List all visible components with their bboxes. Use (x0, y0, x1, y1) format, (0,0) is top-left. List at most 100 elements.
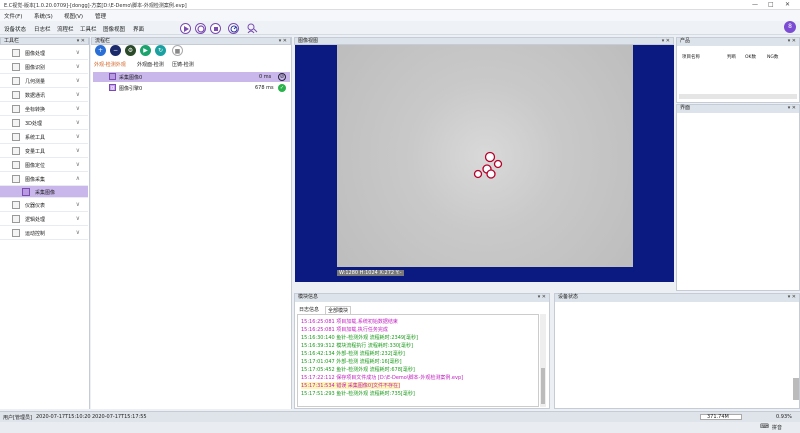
toolbox-item[interactable]: 仪器仪表 ∨ (0, 198, 88, 212)
col-ok: OK数 (745, 55, 756, 60)
toolbar-image-view[interactable]: 图像视图 (103, 25, 125, 33)
chevron-down-icon: ∨ (75, 105, 80, 112)
user-search-icon[interactable] (246, 23, 258, 34)
chevron-down-icon: ∨ (75, 91, 80, 98)
close-icon[interactable]: ✕ (785, 1, 790, 8)
pin-icon[interactable]: ▾ ✕ (788, 105, 796, 112)
toolbox-item[interactable]: 运动控制 ∨ (0, 226, 88, 240)
pin-icon[interactable]: ▾ ✕ (279, 38, 287, 45)
chevron-down-icon: ∨ (75, 201, 80, 208)
flow-tab-1[interactable]: 外观-检测外观 (94, 61, 126, 68)
title-bar: E.C视觉-版本[1.0.20.0709]-[dongg]-方案[D:\E-De… (0, 0, 800, 10)
menu-view[interactable]: 视图(V) (64, 12, 83, 20)
minimize-icon[interactable]: — (752, 1, 758, 8)
chevron-down-icon: ∨ (75, 49, 80, 56)
device-title: 设备状态 (558, 294, 579, 300)
pin-icon[interactable]: ▾ ✕ (788, 38, 796, 45)
flow-title: 流程栏 (95, 38, 111, 44)
main-toolbar: 设备状态 日志栏 流程栏 工具栏 图像视图 界面 (0, 21, 800, 35)
interface-panel: 界面 ▾ ✕ (676, 104, 800, 291)
toolbox-item[interactable]: 图像定位 ∨ (0, 158, 88, 172)
scrollbar[interactable] (679, 94, 797, 99)
pin-icon[interactable]: ▾ ✕ (77, 38, 85, 45)
log-line: 15:17:01:047 外部-检测 流程耗时:16[毫秒] (301, 359, 402, 365)
tool-icon (12, 91, 20, 99)
toolbar-interface[interactable]: 界面 (133, 25, 144, 33)
toolbox-subitem[interactable]: 采集图像 (0, 186, 88, 198)
log-tab-info[interactable]: 日志信息 (299, 306, 319, 313)
avatar[interactable]: 8 (784, 21, 796, 33)
keyboard-icon[interactable]: ⌨ (760, 423, 769, 430)
image-canvas[interactable]: W:1280 H:1024 X:272 Y:- (295, 45, 674, 282)
menu-file[interactable]: 文件(F) (4, 12, 22, 20)
window-title: E.C视觉-版本[1.0.20.0709]-[dongg]-方案[D:\E-De… (4, 3, 187, 9)
maximize-icon[interactable]: □ (768, 1, 774, 8)
toolbar-log[interactable]: 日志栏 (34, 25, 51, 33)
toolbox-item[interactable]: 图像识别 ∨ (0, 60, 88, 74)
toolbox-item[interactable]: 图像采集 ∧ (0, 172, 88, 186)
pin-icon[interactable]: ▾ ✕ (662, 38, 670, 45)
flow-tab-2[interactable]: 外观面-检测 (137, 61, 164, 68)
toolbar-tools[interactable]: 工具栏 (80, 25, 97, 33)
flow-row[interactable]: g 图像引擎0 678 ms ✓ (93, 83, 290, 93)
run-flow-button[interactable]: ▶ (140, 45, 151, 56)
ime-label[interactable]: 拼音 (772, 424, 782, 431)
settings-gear-icon[interactable]: ⚙ (125, 45, 136, 56)
run-once-button[interactable] (180, 23, 191, 34)
flow-row[interactable]: 采集图像0 0 ms ⊘ (93, 72, 290, 82)
chevron-down-icon: ∨ (75, 77, 80, 84)
menu-manage[interactable]: 管理 (95, 12, 106, 20)
chevron-down-icon: ∨ (75, 133, 80, 140)
flow-tab-3[interactable]: 压铸-检测 (172, 61, 194, 68)
log-panel: 模块信息 ▾ ✕ 日志信息 全部模块 15:16:25:081 项目加载,系统初… (294, 293, 550, 409)
toolbox-title: 工具栏 (4, 38, 20, 44)
product-panel: 产品 ▾ ✕ 项目名称 判断 OK数 NG数 (676, 37, 800, 103)
log-line: 15:16:30:140 鱼针-检测外观 流程耗时:2349[毫秒] (301, 335, 418, 341)
tool-icon (12, 63, 20, 71)
chevron-down-icon: ∨ (75, 63, 80, 70)
add-flow-button[interactable]: + (95, 45, 106, 56)
remove-flow-button[interactable]: − (110, 45, 121, 56)
toolbox-item[interactable]: 逻辑处理 ∨ (0, 212, 88, 226)
stop-button[interactable] (210, 23, 221, 34)
stop-flow-button[interactable]: ■ (172, 45, 183, 56)
log-line: 15:16:42:134 外部-检测 流程耗时:232[毫秒] (301, 351, 405, 357)
toolbox-item[interactable]: 数据通讯 ∨ (0, 88, 88, 102)
log-line: 15:17:22:112 保存项目文件成功 [D:\E-Demo\脚本-外观检测… (301, 375, 464, 381)
chevron-down-icon: ∨ (75, 215, 80, 222)
status-user: 用户[管理员] (3, 415, 32, 421)
toolbox-item[interactable]: 3D处理 ∨ (0, 116, 88, 130)
log-scrollbar[interactable] (540, 314, 546, 407)
memory-bar: 371.74M (700, 414, 742, 420)
col-judge: 判断 (727, 55, 736, 60)
run-loop-button[interactable] (195, 23, 206, 34)
device-scrollbar[interactable] (793, 378, 799, 400)
chevron-down-icon: ∨ (75, 229, 80, 236)
loop-flow-button[interactable]: ↻ (155, 45, 166, 56)
tool-icon (12, 175, 20, 183)
toolbar-flow[interactable]: 流程栏 (57, 25, 74, 33)
tool-icon (12, 215, 20, 223)
col-ng: NG数 (767, 55, 779, 60)
toolbar-device-status[interactable]: 设备状态 (4, 25, 26, 33)
pin-icon[interactable]: ▾ ✕ (788, 294, 796, 301)
chevron-up-icon: ∧ (75, 175, 80, 182)
toolbox-item[interactable]: 几何测量 ∨ (0, 74, 88, 88)
toolbox-header: 工具栏 ▾ ✕ (0, 37, 89, 45)
speed-icon[interactable] (228, 23, 239, 34)
menu-system[interactable]: 系统(S) (34, 12, 53, 20)
col-item-name: 项目名称 (682, 55, 700, 60)
log-line: 15:16:39:312 模块流程执行 流程耗时:330[毫秒] (301, 343, 413, 349)
toolbox-item[interactable]: 坐标转换 ∨ (0, 102, 88, 116)
toolbox-item[interactable]: 变量工具 ∨ (0, 144, 88, 158)
camera-icon (109, 73, 116, 80)
toolbox-item[interactable]: 系统工具 ∨ (0, 130, 88, 144)
menu-bar: 文件(F) 系统(S) 视图(V) 管理 (0, 10, 800, 21)
log-line: 15:17:05:452 鱼针-检测外观 流程耗时:678[毫秒] (301, 367, 415, 373)
log-line: 15:16:25:081 项目加载,执行任务完成 (301, 327, 388, 333)
status-current-time: 2020-07-17T15:17:55 (92, 414, 147, 420)
chevron-down-icon: ∨ (75, 119, 80, 126)
log-title: 模块信息 (298, 294, 319, 300)
toolbox-item[interactable]: 图像处理 ∨ (0, 46, 88, 60)
pin-icon[interactable]: ▾ ✕ (538, 294, 546, 301)
